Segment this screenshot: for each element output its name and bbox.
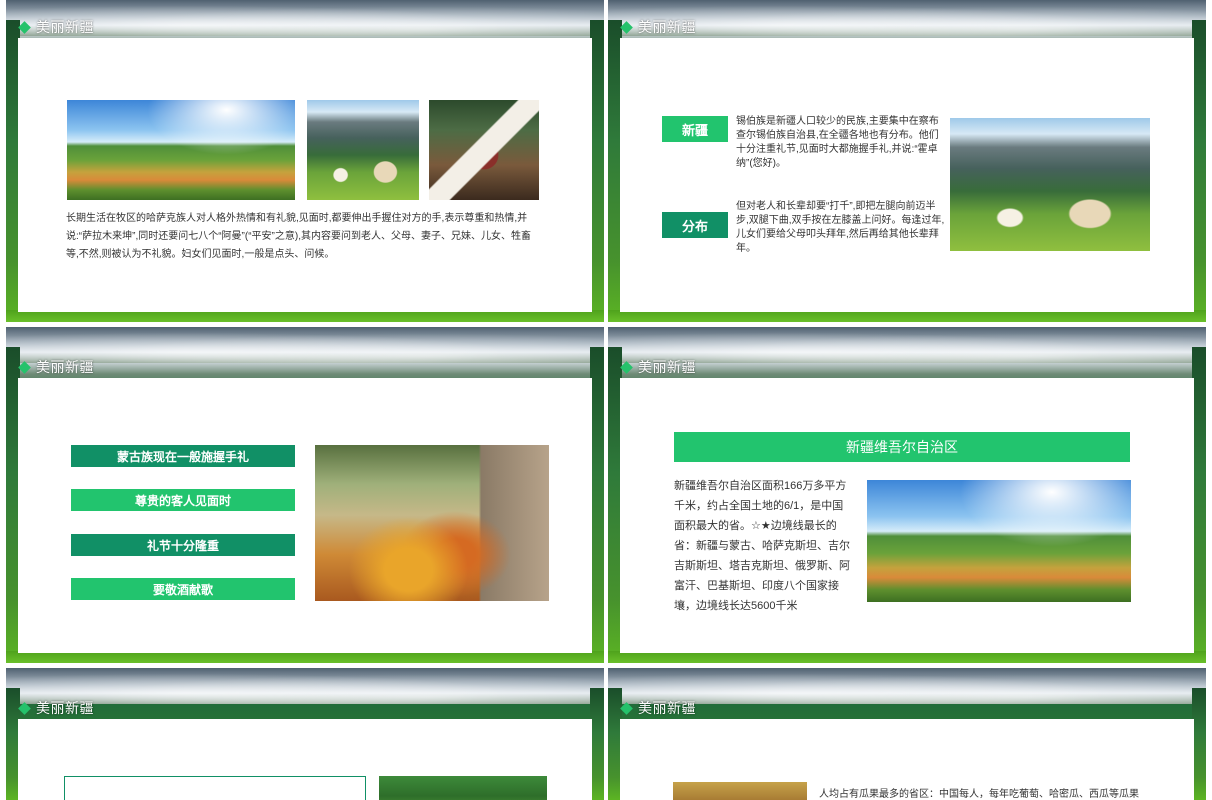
church-hut-photo (429, 100, 539, 200)
forest-backdrop (590, 688, 604, 800)
region-banner: 新疆维吾尔自治区 (674, 432, 1130, 462)
outlined-box (64, 776, 366, 800)
content-card: 新疆 锡伯族是新疆人口较少的民族,主要集中在察布查尔锡伯族自治县,在全疆各地也有… (620, 38, 1194, 312)
mountain-backdrop (6, 668, 604, 704)
slide-header-title: 美丽新疆 (36, 19, 94, 35)
slide-thumbnail-1[interactable]: 美丽新疆 长期生活在牧区的哈萨克族人对人格外热情和有礼貌,见面时,都要伸出手握住… (6, 0, 604, 322)
content-card: 人均占有瓜果最多的省区：中国每人，每年吃葡萄、哈密瓜、西瓜等瓜果 (620, 719, 1194, 800)
diamond-icon (620, 20, 633, 34)
mountain-backdrop (608, 668, 1206, 704)
forest-backdrop (590, 20, 604, 322)
content-card: 新疆维吾尔自治区 新疆维吾尔自治区面积166万多平方千米，约占全国土地的6/1，… (620, 378, 1194, 653)
slide-header-title: 美丽新疆 (638, 19, 696, 35)
slide-thumbnail-6[interactable]: 美丽新疆 人均占有瓜果最多的省区：中国每人，每年吃葡萄、哈密瓜、西瓜等瓜果 (608, 668, 1206, 800)
point-bar-1: 蒙古族现在一般施握手礼 (71, 445, 295, 467)
forest-backdrop (1192, 688, 1206, 800)
slide-thumbnail-5[interactable]: 美丽新疆 (6, 668, 604, 800)
slide-header-title: 美丽新疆 (638, 700, 696, 716)
forest-backdrop (1192, 347, 1206, 663)
mountain-backdrop (608, 327, 1206, 363)
chapel-photo (307, 100, 419, 200)
slide-thumbnail-4[interactable]: 美丽新疆 新疆维吾尔自治区 新疆维吾尔自治区面积166万多平方千米，约占全国土地… (608, 327, 1206, 663)
mountain-backdrop (6, 327, 604, 363)
content-card (18, 719, 592, 800)
point-bar-4: 要敬酒献歌 (71, 578, 295, 600)
field-photo (673, 782, 807, 800)
slide-body-text: 长期生活在牧区的哈萨克族人对人格外热情和有礼貌,见面时,都要伸出手握住对方的手,… (66, 213, 531, 260)
autumn-leaves-photo (315, 445, 549, 601)
slide-thumbnail-3[interactable]: 美丽新疆 蒙古族现在一般施握手礼 尊贵的客人见面时 礼节十分隆重 要敬酒献歌 (6, 327, 604, 663)
chapel-photo (950, 118, 1150, 251)
point-bar-3: 礼节十分隆重 (71, 534, 295, 556)
slide-header: 美丽新疆 (620, 697, 696, 719)
region-body-text: 新疆维吾尔自治区面积166万多平方千米，约占全国土地的6/1，是中国面积最大的省… (674, 480, 850, 612)
mountain-backdrop (6, 0, 604, 36)
slide-thumbnail-2[interactable]: 美丽新疆 新疆 锡伯族是新疆人口较少的民族,主要集中在察布查尔锡伯族自治县,在全… (608, 0, 1206, 322)
slide-header-title: 美丽新疆 (36, 700, 94, 716)
garden-photo (867, 480, 1131, 602)
slide-header: 美丽新疆 (18, 16, 94, 38)
tag-distribution-text: 但对老人和长辈却要“打千”,即把左腿向前迈半步,双腿下曲,双手按在左膝盖上问好。… (736, 201, 945, 254)
diamond-icon (620, 701, 633, 715)
content-card: 蒙古族现在一般施握手礼 尊贵的客人见面时 礼节十分隆重 要敬酒献歌 (18, 378, 592, 653)
diamond-icon (620, 360, 633, 374)
slide-header: 美丽新疆 (18, 697, 94, 719)
content-card: 长期生活在牧区的哈萨克族人对人格外热情和有礼貌,见面时,都要伸出手握住对方的手,… (18, 38, 592, 312)
forest-photo (379, 776, 547, 800)
forest-backdrop (1192, 20, 1206, 322)
slide-header: 美丽新疆 (620, 356, 696, 378)
mountain-backdrop (608, 0, 1206, 36)
slide-header: 美丽新疆 (620, 16, 696, 38)
tag-xinjiang: 新疆 (662, 116, 728, 142)
tag-xinjiang-text: 锡伯族是新疆人口较少的民族,主要集中在察布查尔锡伯族自治县,在全疆各地也有分布。… (736, 116, 939, 169)
forest-backdrop (590, 347, 604, 663)
diamond-icon (18, 701, 31, 715)
slide-header: 美丽新疆 (18, 356, 94, 378)
slide-header-title: 美丽新疆 (36, 359, 94, 375)
slide-header-title: 美丽新疆 (638, 359, 696, 375)
point-bar-2: 尊贵的客人见面时 (71, 489, 295, 511)
fruit-body-text: 人均占有瓜果最多的省区：中国每人，每年吃葡萄、哈密瓜、西瓜等瓜果 (819, 789, 1139, 800)
garden-photo (67, 100, 295, 200)
tag-distribution: 分布 (662, 212, 728, 238)
diamond-icon (18, 360, 31, 374)
diamond-icon (18, 20, 31, 34)
